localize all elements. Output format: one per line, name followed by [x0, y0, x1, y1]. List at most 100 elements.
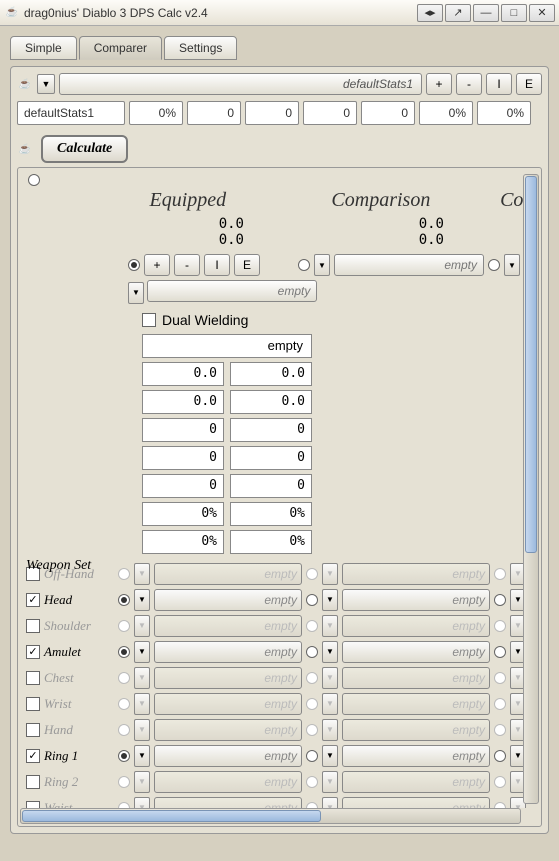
slot-eq-combo[interactable]: empty [154, 615, 302, 637]
restore-right-icon[interactable]: ↗ [445, 4, 471, 22]
slot-radio-eq[interactable] [118, 776, 130, 788]
profile-add-button[interactable]: + [426, 73, 452, 95]
horizontal-scrollbar[interactable] [20, 808, 521, 824]
column-radio-equipped[interactable] [28, 174, 40, 186]
slot-radio-c1[interactable] [306, 698, 318, 710]
slot-c1-arrow[interactable]: ▼ [322, 693, 338, 715]
slot-checkbox[interactable] [26, 619, 40, 633]
slot-eq-arrow[interactable]: ▼ [134, 693, 150, 715]
slot-radio-c1[interactable] [306, 620, 318, 632]
equipped-remove-button[interactable]: - [174, 254, 200, 276]
stat-field-5[interactable]: 0 [361, 101, 415, 125]
w-r2b[interactable]: 0.0 [230, 390, 312, 414]
stat-name-input[interactable]: defaultStats1 [17, 101, 125, 125]
minimize-button[interactable]: — [473, 4, 499, 22]
slot-radio-eq[interactable] [118, 698, 130, 710]
equipped-weapon-combo[interactable]: empty [147, 280, 317, 302]
slot-radio-c2[interactable] [494, 672, 506, 684]
equipped-import-button[interactable]: I [204, 254, 230, 276]
slot-eq-arrow[interactable]: ▼ [134, 797, 150, 809]
slot-radio-c2[interactable] [494, 568, 506, 580]
w-r1b[interactable]: 0.0 [230, 362, 312, 386]
profile-remove-button[interactable]: - [456, 73, 482, 95]
slot-c1-combo[interactable]: empty [342, 693, 490, 715]
slot-radio-eq[interactable] [118, 672, 130, 684]
slot-eq-combo[interactable]: empty [154, 719, 302, 741]
slot-checkbox[interactable] [26, 775, 40, 789]
slot-c1-combo[interactable]: empty [342, 641, 490, 663]
slot-eq-arrow[interactable]: ▼ [134, 641, 150, 663]
slot-radio-eq[interactable] [118, 594, 130, 606]
w-r2a[interactable]: 0.0 [142, 390, 224, 414]
slot-c1-arrow[interactable]: ▼ [322, 667, 338, 689]
slot-eq-arrow[interactable]: ▼ [134, 719, 150, 741]
slot-radio-eq[interactable] [118, 724, 130, 736]
profile-export-button[interactable]: E [516, 73, 542, 95]
slot-checkbox[interactable] [26, 593, 40, 607]
slot-c1-arrow[interactable]: ▼ [322, 771, 338, 793]
slot-c1-arrow[interactable]: ▼ [322, 745, 338, 767]
slot-radio-eq[interactable] [118, 750, 130, 762]
slot-eq-combo[interactable]: empty [154, 641, 302, 663]
slot-radio-c2[interactable] [494, 776, 506, 788]
slot-radio-eq[interactable] [118, 620, 130, 632]
slot-checkbox[interactable] [26, 723, 40, 737]
slot-eq-combo[interactable]: empty [154, 563, 302, 585]
slot-radio-c2[interactable] [494, 750, 506, 762]
slot-radio-c1[interactable] [306, 776, 318, 788]
slot-c1-combo[interactable]: empty [342, 563, 490, 585]
slot-radio-c1[interactable] [306, 672, 318, 684]
equipped-radio[interactable] [128, 259, 140, 271]
slot-radio-c2[interactable] [494, 724, 506, 736]
w-r4b[interactable]: 0 [230, 446, 312, 470]
slot-checkbox[interactable] [26, 645, 40, 659]
slot-radio-c2[interactable] [494, 620, 506, 632]
w-r7a[interactable]: 0% [142, 530, 224, 554]
comparison1-arrow[interactable]: ▼ [314, 254, 330, 276]
stat-field-3[interactable]: 0 [245, 101, 299, 125]
tab-comparer[interactable]: Comparer [79, 36, 162, 60]
profile-dropdown-arrow[interactable]: ▼ [37, 74, 55, 94]
comparison2-arrow[interactable]: ▼ [504, 254, 520, 276]
w-r6a[interactable]: 0% [142, 502, 224, 526]
slot-eq-arrow[interactable]: ▼ [134, 589, 150, 611]
slot-eq-combo[interactable]: empty [154, 771, 302, 793]
slot-c1-arrow[interactable]: ▼ [322, 563, 338, 585]
slot-radio-c1[interactable] [306, 750, 318, 762]
comparison2-radio[interactable] [488, 259, 500, 271]
tab-simple[interactable]: Simple [10, 36, 77, 60]
stat-field-6[interactable]: 0% [419, 101, 473, 125]
close-button[interactable]: ✕ [529, 4, 555, 22]
slot-eq-combo[interactable]: empty [154, 589, 302, 611]
slot-radio-c1[interactable] [306, 568, 318, 580]
stat-field-2[interactable]: 0 [187, 101, 241, 125]
slot-eq-combo[interactable]: empty [154, 797, 302, 809]
w-r5a[interactable]: 0 [142, 474, 224, 498]
w-r5b[interactable]: 0 [230, 474, 312, 498]
slot-eq-arrow[interactable]: ▼ [134, 745, 150, 767]
comparison1-radio[interactable] [298, 259, 310, 271]
w-r3b[interactable]: 0 [230, 418, 312, 442]
slot-c1-combo[interactable]: empty [342, 589, 490, 611]
equipped-export-button[interactable]: E [234, 254, 260, 276]
vertical-scrollbar[interactable] [523, 174, 539, 804]
restore-left-icon[interactable]: ◂▸ [417, 4, 443, 22]
slot-radio-eq[interactable] [118, 646, 130, 658]
w-r1a[interactable]: 0.0 [142, 362, 224, 386]
slot-radio-c2[interactable] [494, 698, 506, 710]
w-r3a[interactable]: 0 [142, 418, 224, 442]
comparison1-combo[interactable]: empty [334, 254, 484, 276]
slot-c1-arrow[interactable]: ▼ [322, 641, 338, 663]
slot-radio-c1[interactable] [306, 646, 318, 658]
equipped-weapon-arrow[interactable]: ▼ [128, 282, 144, 304]
slot-radio-c1[interactable] [306, 724, 318, 736]
slot-eq-combo[interactable]: empty [154, 745, 302, 767]
slot-radio-c2[interactable] [494, 646, 506, 658]
slot-c1-combo[interactable]: empty [342, 771, 490, 793]
dual-wielding-checkbox[interactable] [142, 313, 156, 327]
slot-eq-combo[interactable]: empty [154, 667, 302, 689]
weapon-name-input[interactable]: empty [142, 334, 312, 358]
w-r6b[interactable]: 0% [230, 502, 312, 526]
slot-c1-combo[interactable]: empty [342, 615, 490, 637]
slot-c1-arrow[interactable]: ▼ [322, 589, 338, 611]
